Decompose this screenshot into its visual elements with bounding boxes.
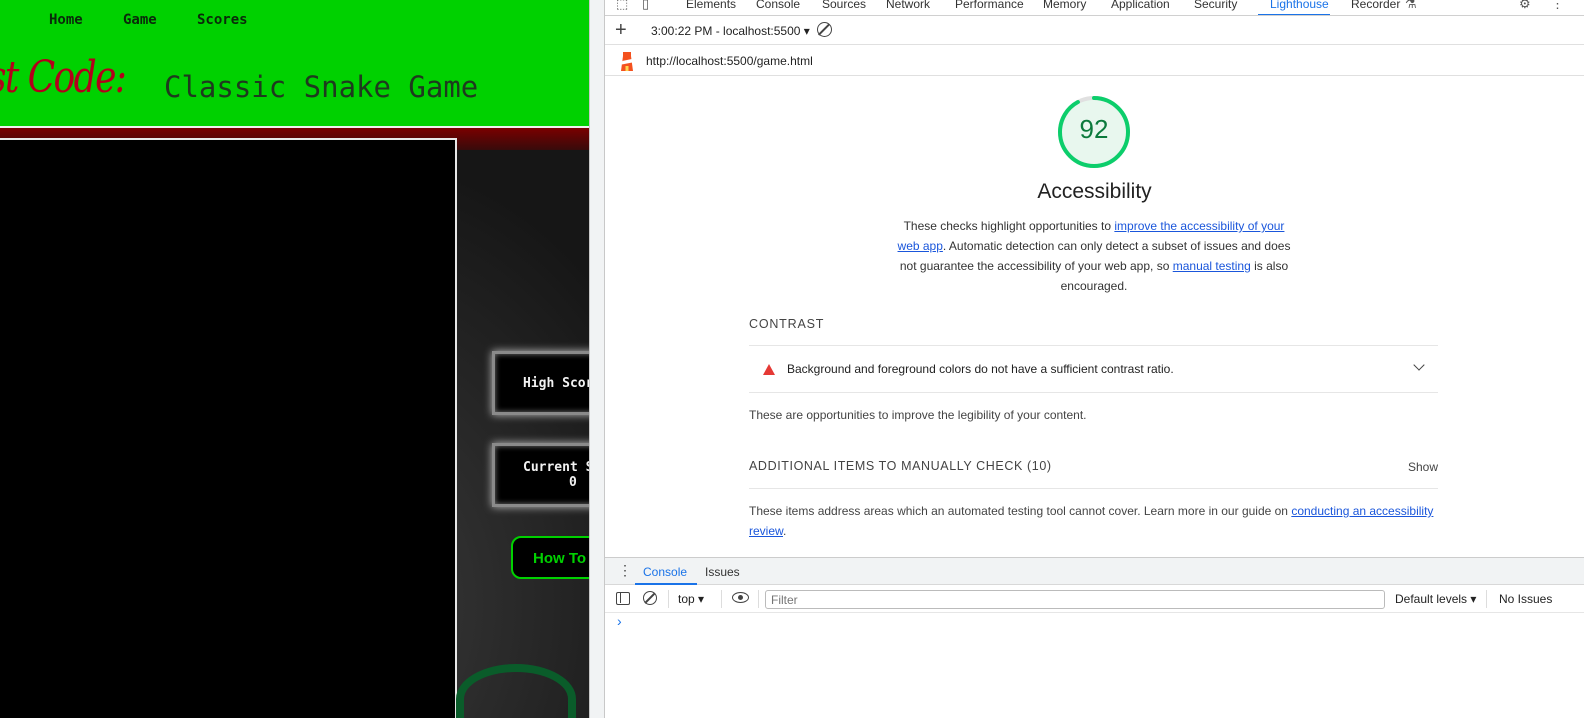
toolbar-separator <box>721 590 722 608</box>
score-value: 92 <box>1079 114 1109 144</box>
divider <box>749 488 1438 489</box>
tab-console[interactable]: Console <box>756 0 800 11</box>
group-description: These are opportunities to improve the l… <box>749 408 1087 422</box>
show-manual-items-button[interactable]: Show <box>1408 460 1438 474</box>
tab-lighthouse[interactable]: Lighthouse <box>1270 0 1329 11</box>
tab-network[interactable]: Network <box>886 0 930 11</box>
tab-memory[interactable]: Memory <box>1043 0 1086 11</box>
clear-console-icon[interactable] <box>643 591 657 605</box>
audit-color-contrast[interactable]: Background and foreground colors do not … <box>749 345 1438 393</box>
console-toolbar: top ▾ Default levels ▾ No Issues <box>605 586 1584 613</box>
inspect-icon[interactable]: ⬚ <box>616 0 628 12</box>
console-prompt-icon[interactable]: › <box>617 613 622 629</box>
nav-home[interactable]: Home <box>49 12 83 28</box>
active-tab-indicator <box>1258 14 1330 15</box>
console-drawer: ⋮ Console Issues top ▾ Default levels ▾ … <box>605 557 1584 718</box>
more-options-icon[interactable]: ⋮ <box>1551 0 1564 12</box>
device-toolbar-icon[interactable]: ▯ <box>642 0 649 12</box>
devtools-tabbar: ⬚ ▯ Elements Console Sources Network Per… <box>605 0 1584 16</box>
category-description: These checks highlight opportunities to … <box>895 216 1293 296</box>
report-selector[interactable]: 3:00:22 PM - localhost:5500 ▾ <box>651 24 810 38</box>
current-score-label: Current S <box>523 460 589 475</box>
lighthouse-logo-icon <box>621 52 633 71</box>
desc-text-1: These checks highlight opportunities to <box>903 219 1115 233</box>
high-score-label: High Scor <box>523 376 589 391</box>
log-levels-dropdown[interactable]: Default levels ▾ <box>1395 592 1476 606</box>
current-score-value: 0 <box>569 475 577 490</box>
console-sidebar-icon[interactable] <box>616 592 630 605</box>
tab-security[interactable]: Security <box>1194 0 1237 11</box>
site-header: Home Game Scores st Code: Classic Snake … <box>0 0 589 128</box>
chevron-down-icon[interactable] <box>1413 359 1425 371</box>
tab-recorder[interactable]: Recorder <box>1351 0 1400 11</box>
tab-performance[interactable]: Performance <box>955 0 1024 11</box>
toolbar-separator <box>1486 590 1487 608</box>
drawer-menu-icon[interactable]: ⋮ <box>618 562 632 579</box>
clear-reports-icon[interactable] <box>817 22 832 37</box>
manual-check-description: These items address areas which an autom… <box>749 501 1439 541</box>
live-expression-eye-icon[interactable] <box>732 592 749 603</box>
new-report-plus-icon[interactable]: + <box>615 19 627 42</box>
manual-desc-end: . <box>783 524 787 538</box>
devtools-panel: ⬚ ▯ Elements Console Sources Network Per… <box>605 0 1584 718</box>
audit-title: Background and foreground colors do not … <box>787 362 1174 376</box>
high-score-box: High Scor <box>492 351 589 415</box>
manual-check-heading: ADDITIONAL ITEMS TO MANUALLY CHECK (10) <box>749 459 1052 473</box>
fail-triangle-icon <box>763 364 775 375</box>
lighthouse-report: 92 Accessibility These checks highlight … <box>605 76 1584 556</box>
manual-testing-link[interactable]: manual testing <box>1173 259 1251 273</box>
current-score-box: Current S 0 <box>492 443 589 507</box>
flask-icon: ⚗ <box>1405 0 1417 11</box>
page-title: Classic Snake Game <box>164 70 479 104</box>
tab-sources[interactable]: Sources <box>822 0 866 11</box>
report-url: http://localhost:5500/game.html <box>646 54 813 68</box>
nav-game[interactable]: Game <box>123 12 157 28</box>
toolbar-separator <box>758 590 759 608</box>
lighthouse-toolbar: + 3:00:22 PM - localhost:5500 ▾ <box>605 17 1584 45</box>
category-title: Accessibility <box>1037 180 1152 203</box>
console-filter-input[interactable] <box>765 590 1385 609</box>
drawer-tab-console[interactable]: Console <box>643 565 687 579</box>
issues-counter[interactable]: No Issues <box>1499 592 1552 606</box>
nav-scores[interactable]: Scores <box>197 12 248 28</box>
toolbar-separator <box>668 590 669 608</box>
tab-application[interactable]: Application <box>1111 0 1170 11</box>
game-canvas[interactable] <box>0 138 457 718</box>
drawer-tabbar: ⋮ Console Issues <box>605 558 1584 585</box>
tab-elements[interactable]: Elements <box>686 0 736 11</box>
site-brand: st Code: <box>0 52 127 103</box>
panel-divider[interactable] <box>589 0 605 718</box>
settings-gear-icon[interactable]: ⚙ <box>1519 0 1531 12</box>
drawer-tab-issues[interactable]: Issues <box>705 565 740 579</box>
contrast-group-heading: CONTRAST <box>749 317 825 331</box>
how-to-button[interactable]: How To <box>511 536 589 579</box>
report-url-bar: http://localhost:5500/game.html <box>605 45 1584 76</box>
manual-desc-text: These items address areas which an autom… <box>749 504 1292 518</box>
context-selector[interactable]: top ▾ <box>678 592 704 606</box>
active-drawer-tab-indicator <box>635 583 697 585</box>
game-page: Home Game Scores st Code: Classic Snake … <box>0 0 589 718</box>
